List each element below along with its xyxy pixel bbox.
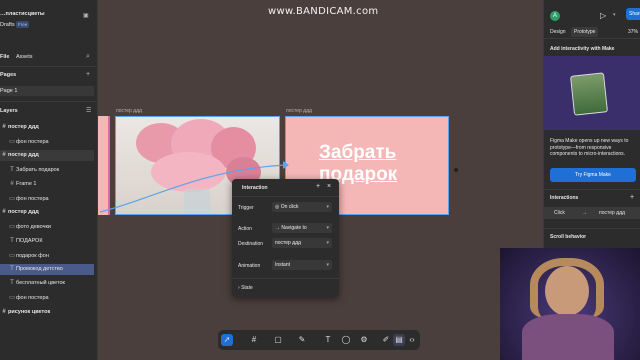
chevron-down-icon: ▾ [326,204,329,210]
make-header: Add interactivity with Make [550,46,615,52]
dev-mode-icon[interactable]: ‹› [406,334,418,346]
trigger-value: On click [280,204,299,210]
figma-app: …пластисцветы Drafts Free ▣ File Assets … [0,0,640,360]
interaction-destination: постер ддд [599,210,625,216]
trigger-label: Trigger [238,205,254,211]
interaction-row[interactable]: Click → постер ддд [544,207,640,219]
divider [544,189,640,190]
try-figma-make-button[interactable]: Try Figma Make [550,168,636,182]
divider [232,278,339,279]
avatar[interactable]: A [550,11,560,21]
interaction-trigger: Click [554,210,565,216]
scroll-behavior-header: Scroll behavior [550,234,587,240]
pen-tool-icon[interactable]: ✎ [296,334,308,346]
interactions-header: Interactions [550,195,579,201]
destination-label: Destination [238,241,264,247]
add-icon[interactable]: + [316,183,320,190]
interaction-popup: Interaction + × Trigger ◎ On click ▾ Acti… [232,179,339,297]
bottom-toolbar: ➚ # ▢ ✎ T ◯ ⚙ ✐ ▤ ‹› [218,330,420,350]
design-mode-icon[interactable]: ▤ [393,334,405,346]
divider [544,228,640,229]
webcam-overlay [500,248,640,360]
tab-prototype[interactable]: Prototype [571,27,599,37]
action-label: Action [238,226,252,232]
make-promo-image [544,56,640,130]
chevron-down-icon: ▾ [326,225,329,231]
animation-select[interactable]: Instant ▾ [272,260,332,270]
tab-design[interactable]: Design [550,29,566,35]
present-icon[interactable]: ▷ [600,11,606,20]
divider [232,196,339,197]
draw-mode-icon[interactable]: ✐ [380,334,392,346]
action-value: Navigate to [281,225,307,231]
make-description: Figma Make opens up new ways to prototyp… [550,138,629,157]
zoom-level[interactable]: 37% [628,29,638,35]
frame-tool-icon[interactable]: # [248,334,260,346]
share-button[interactable]: Share [626,8,640,20]
presenter-hair [530,258,604,318]
close-icon[interactable]: × [327,183,331,190]
add-interaction-icon[interactable]: + [630,194,634,201]
animation-value: Instant [275,262,291,268]
actions-tool-icon[interactable]: ⚙ [358,334,370,346]
trigger-select[interactable]: ◎ On click ▾ [272,202,332,212]
shape-tool-icon[interactable]: ▢ [272,334,284,346]
state-toggle[interactable]: › State [238,285,253,291]
destination-value: постер ддд [275,240,301,246]
text-tool-icon[interactable]: T [322,334,334,346]
state-label: State [241,285,253,291]
chevron-down-icon: ▾ [326,262,329,268]
chevron-down-icon[interactable]: ▾ [613,12,616,18]
arrow-right-icon: → [582,210,587,216]
action-select[interactable]: → Navigate to ▾ [272,223,332,233]
comment-tool-icon[interactable]: ◯ [340,334,352,346]
chevron-down-icon: ▾ [326,240,329,246]
animation-label: Animation [238,263,261,269]
promo-photo [570,72,608,116]
destination-select[interactable]: постер ддд ▾ [272,238,332,248]
move-tool-icon[interactable]: ➚ [221,334,233,346]
popup-title: Interaction [242,185,268,191]
divider [544,38,640,39]
presenter-body [522,314,614,360]
